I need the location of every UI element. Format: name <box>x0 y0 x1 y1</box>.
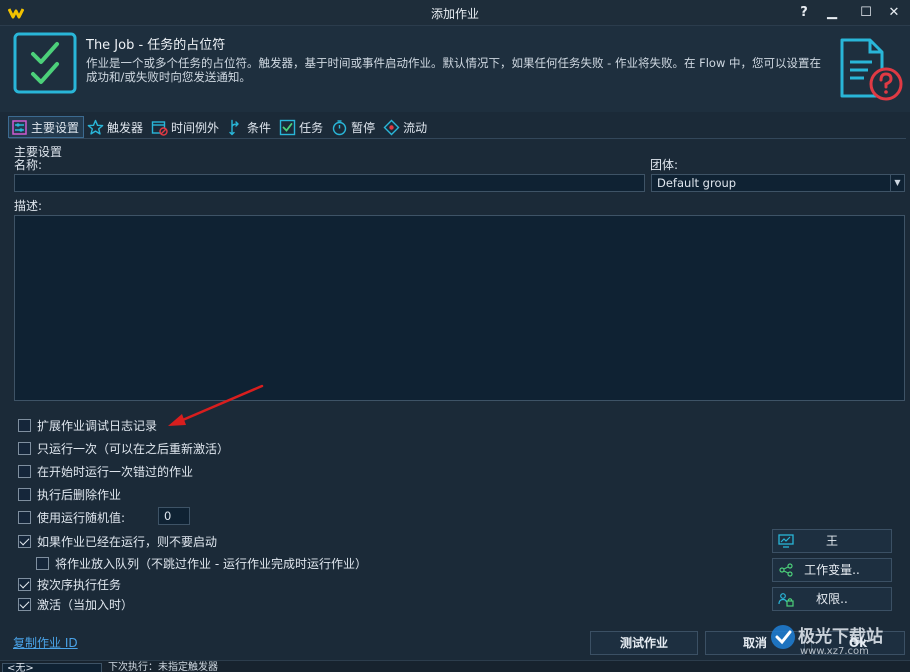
branch-icon <box>229 119 239 135</box>
description-label: 描述: <box>14 199 43 213</box>
chevron-down-icon[interactable]: ▼ <box>890 175 904 191</box>
option-label: 扩展作业调试日志记录 <box>37 419 158 433</box>
permissions-label: 权限.. <box>816 592 848 606</box>
job-description: 作业是一个或多个任务的占位符。触发器，基于时间或事件启动作业。默认情况下，如果任… <box>86 56 822 84</box>
annotation-arrow-icon <box>168 384 264 426</box>
group-select[interactable]: Default group ▼ <box>651 174 905 192</box>
window-title: 添加作业 <box>430 7 479 21</box>
group-label: 团体: <box>650 158 679 172</box>
watermark-url: www.xz7.com <box>800 646 869 657</box>
option-label: 只运行一次（可以在之后重新激活） <box>37 442 230 456</box>
tab-label: 触发器 <box>107 120 144 135</box>
option-run-missed[interactable]: 在开始时运行一次错过的作业 <box>18 463 193 480</box>
checkbox[interactable] <box>18 511 31 524</box>
option-active[interactable]: 激活（当加入时） <box>18 596 133 613</box>
checkbox[interactable] <box>18 488 31 501</box>
help-button[interactable]: ? <box>790 3 818 23</box>
users-lock-icon <box>778 593 794 607</box>
tab-pause[interactable]: 暂停 <box>328 116 380 138</box>
status-select[interactable]: <无> <box>2 663 102 672</box>
job-variables-button[interactable]: 工作变量.. <box>772 558 892 582</box>
document-question-icon <box>840 38 903 101</box>
tab-label: 时间例外 <box>171 120 220 135</box>
tab-tasks[interactable]: 任务 <box>276 116 328 138</box>
option-label: 按次序执行任务 <box>37 578 122 592</box>
checkbox[interactable] <box>18 419 31 432</box>
checkbox[interactable] <box>18 442 31 455</box>
tab-main-settings[interactable]: 主要设置 <box>8 116 85 138</box>
option-queue-job[interactable]: 将作业放入队列（不跳过作业 - 运行作业完成时运行作业） <box>36 555 367 572</box>
stopwatch-icon <box>332 119 347 135</box>
monitor-button[interactable]: 王 <box>772 529 892 553</box>
option-dont-start-if-running[interactable]: 如果作业已经在运行，则不要启动 <box>18 533 217 550</box>
option-label: 如果作业已经在运行，则不要启动 <box>37 535 218 549</box>
option-label: 激活（当加入时） <box>37 598 134 612</box>
flow-icon <box>383 119 400 135</box>
settings-icon <box>12 119 27 135</box>
close-button[interactable]: ✕ <box>880 3 908 23</box>
name-input[interactable] <box>14 174 645 192</box>
calendar-icon <box>151 120 168 136</box>
copy-job-id-link[interactable]: 复制作业 ID <box>13 634 78 651</box>
site-watermark: 极光下载站 www.xz7.com <box>770 622 906 662</box>
tab-time-exceptions[interactable]: 时间例外 <box>148 116 224 138</box>
title-bar: 添加作业 ? ▁ ☐ ✕ <box>0 0 910 26</box>
tab-strip: 主要设置 触发器 时间例外 条件 任务 暂停 流动 <box>8 116 432 138</box>
star-icon <box>87 119 104 135</box>
dialog-header: The Job - 任务的占位符 作业是一个或多个任务的占位符。触发器，基于时间… <box>0 26 910 112</box>
job-title: The Job - 任务的占位符 <box>86 38 226 53</box>
description-textarea[interactable] <box>14 215 905 401</box>
option-label: 使用运行随机值: <box>37 511 126 525</box>
watermark-text: 极光下载站 <box>798 627 883 647</box>
check-icon <box>279 119 296 135</box>
tab-label: 暂停 <box>351 120 376 135</box>
tab-flow[interactable]: 流动 <box>380 116 432 138</box>
watermark-logo-icon <box>771 625 795 649</box>
option-run-once[interactable]: 只运行一次（可以在之后重新激活） <box>18 440 229 457</box>
tab-label: 流动 <box>403 120 428 135</box>
share-nodes-icon <box>779 563 793 577</box>
checkbox[interactable] <box>18 535 31 548</box>
option-random-value[interactable]: 使用运行随机值: <box>18 509 125 526</box>
job-variables-label: 工作变量.. <box>804 563 860 577</box>
monitor-icon <box>778 534 794 548</box>
checkbox[interactable] <box>18 578 31 591</box>
job-checklist-icon <box>13 32 77 94</box>
checkbox[interactable] <box>18 598 31 611</box>
tab-triggers[interactable]: 触发器 <box>84 116 148 138</box>
checkbox[interactable] <box>18 465 31 478</box>
tab-conditions[interactable]: 条件 <box>224 116 276 138</box>
next-execution-text: 下次执行：未指定触发器 <box>108 662 218 672</box>
minimize-button[interactable]: ▁ <box>818 3 846 23</box>
tab-label: 条件 <box>247 120 272 135</box>
monitor-button-label: 王 <box>825 534 838 548</box>
tab-label: 主要设置 <box>31 120 80 135</box>
test-job-button[interactable]: 测试作业 <box>590 631 698 655</box>
group-selected-value: Default group <box>657 176 737 190</box>
checkbox[interactable] <box>36 557 49 570</box>
option-extended-log[interactable]: 扩展作业调试日志记录 <box>18 417 157 434</box>
permissions-button[interactable]: 权限.. <box>772 587 892 611</box>
tab-label: 任务 <box>299 120 324 135</box>
option-label: 将作业放入队列（不跳过作业 - 运行作业完成时运行作业） <box>55 557 367 571</box>
option-label: 在开始时运行一次错过的作业 <box>37 465 194 479</box>
random-value-input[interactable]: 0 <box>158 507 190 525</box>
option-delete-after[interactable]: 执行后删除作业 <box>18 486 121 503</box>
name-label: 名称: <box>14 158 43 172</box>
maximize-button[interactable]: ☐ <box>852 3 880 23</box>
option-label: 执行后删除作业 <box>37 488 122 502</box>
option-sequential[interactable]: 按次序执行任务 <box>18 576 121 593</box>
